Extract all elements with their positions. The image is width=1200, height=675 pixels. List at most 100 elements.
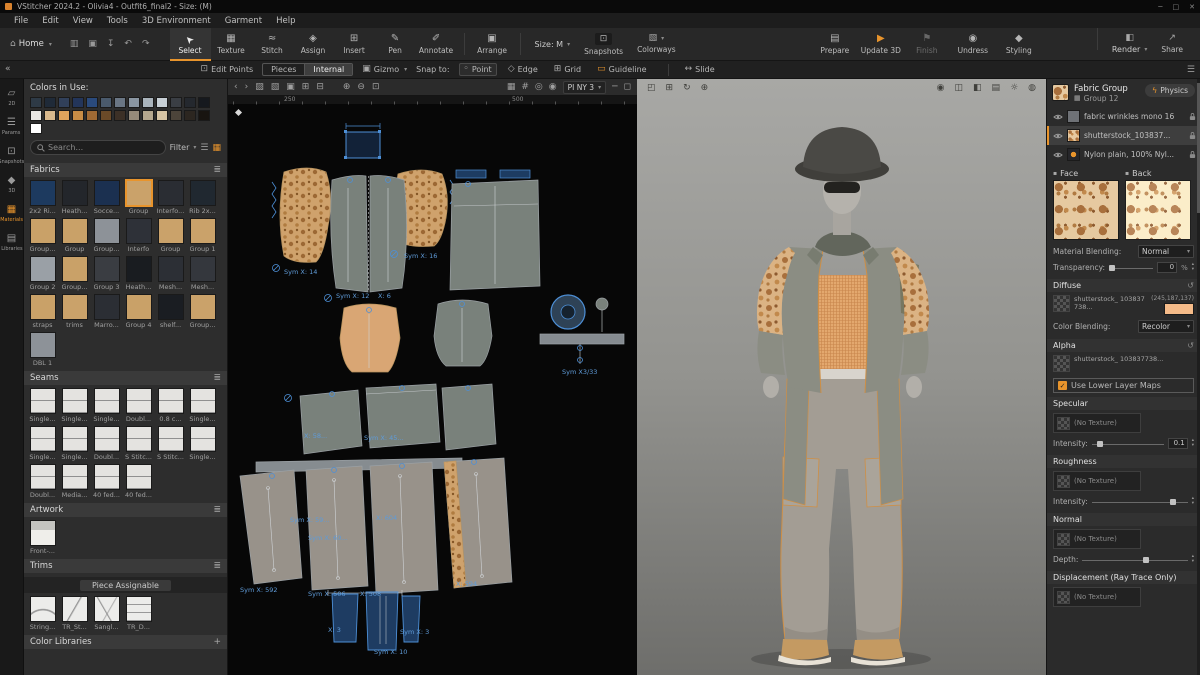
pipeline-action-button[interactable]: ▤ Prepare — [812, 28, 858, 61]
color-libraries-header[interactable]: Color Libraries+ — [24, 635, 227, 649]
texture-fill-icon[interactable]: ▧ — [271, 82, 280, 92]
color-swatch[interactable] — [170, 97, 182, 108]
normal-depth-slider[interactable] — [1082, 555, 1187, 565]
rail-item[interactable]: ☰ Params — [0, 118, 23, 136]
snapshots-button[interactable]: ⊡ Snapshots — [577, 28, 630, 61]
fabric-item[interactable]: straps — [28, 294, 57, 329]
prev-piece-icon[interactable]: ‹ — [234, 82, 238, 92]
camera-icon[interactable]: ◍ — [1028, 83, 1036, 93]
fabric-item[interactable]: Rib 2x... — [188, 180, 217, 215]
seam-item[interactable]: Media... — [60, 464, 89, 499]
color-swatch[interactable] — [184, 110, 196, 121]
color-swatch[interactable] — [142, 110, 154, 121]
seam-item[interactable]: Single... — [92, 388, 121, 423]
seam-item[interactable]: Single... — [188, 426, 217, 461]
rail-item[interactable]: ▦ Materials — [0, 205, 23, 223]
snap-option[interactable]: ▭ Guideline — [592, 63, 651, 76]
fabric-item[interactable]: Group 4 — [124, 294, 153, 329]
pipeline-action-button[interactable]: ▶ Update 3D — [858, 28, 904, 61]
seam-item[interactable]: Doubl... — [28, 464, 57, 499]
trims-section-header[interactable]: Trims≣ — [24, 559, 227, 573]
transparency-slider[interactable] — [1109, 263, 1153, 273]
toolbar-tool[interactable]: ✎ Pen — [375, 28, 416, 61]
slide-button[interactable]: ↔ Slide — [685, 65, 715, 74]
visibility-eye-icon[interactable] — [1053, 132, 1063, 140]
menu-item[interactable]: View — [66, 16, 100, 26]
seam-item[interactable]: Single... — [28, 426, 57, 461]
show-grid-icon[interactable]: ▦ — [507, 82, 516, 92]
toolbar-overflow-icon[interactable]: ☰ — [1187, 65, 1195, 75]
seam-item[interactable]: Single... — [188, 388, 217, 423]
add-icon[interactable]: + — [213, 638, 221, 647]
section-menu-icon[interactable]: ≣ — [213, 374, 221, 383]
undo-icon[interactable]: ↶ — [124, 39, 132, 49]
color-swatch[interactable] — [114, 110, 126, 121]
fabric-item[interactable]: Group 3 — [92, 256, 121, 291]
3d-viewport[interactable]: ◰⊞↻⊕ ◉◫◧▤☼◍ — [637, 79, 1046, 675]
pipeline-action-button[interactable]: ◆ Styling — [996, 28, 1042, 61]
color-swatch[interactable] — [86, 110, 98, 121]
specular-intensity-value[interactable]: 0.1 — [1168, 438, 1188, 449]
edit-points-button[interactable]: ⊡ Edit Points — [201, 65, 254, 74]
grid-display-icon[interactable]: ⊞ — [302, 82, 310, 92]
specular-intensity-slider[interactable] — [1092, 439, 1164, 449]
avatar-selector-dropdown[interactable]: PI NY 3▾ — [563, 81, 606, 94]
props-icon[interactable]: ▤ — [992, 83, 1001, 93]
snap-option[interactable]: ⊞ Grid — [549, 63, 586, 76]
toolbar-tool[interactable]: ✐ Annotate — [416, 28, 457, 61]
back-label[interactable]: Back — [1132, 169, 1151, 178]
seams-section-header[interactable]: Seams≣ — [24, 371, 227, 385]
fabric-item[interactable]: Group... — [188, 294, 217, 329]
roughness-intensity-slider[interactable] — [1092, 497, 1188, 507]
restore-view-icon[interactable]: ◻ — [624, 82, 631, 92]
hatch-fill-icon[interactable]: ▨ — [255, 82, 264, 92]
arrange-button[interactable]: ▣ Arrange — [472, 28, 513, 61]
colorways-dropdown[interactable]: ▧▾ Colorways — [630, 28, 683, 61]
visibility-eye-icon[interactable] — [1053, 113, 1063, 121]
toolbar-tool[interactable]: ⊞ Insert — [334, 28, 375, 61]
color-swatch[interactable] — [128, 110, 140, 121]
color-swatch[interactable] — [58, 110, 70, 121]
fabric-item[interactable]: Mesh... — [156, 256, 185, 291]
color-swatch[interactable] — [142, 97, 154, 108]
seam-item[interactable]: S Stitc... — [156, 426, 185, 461]
displacement-texture-slot[interactable]: (No Texture) — [1053, 587, 1141, 607]
seam-item[interactable]: 0.8 c... — [156, 388, 185, 423]
internal-tab[interactable]: Internal — [304, 64, 352, 75]
lock-icon[interactable] — [1189, 131, 1196, 140]
menu-item[interactable]: Tools — [100, 16, 135, 26]
trim-item[interactable]: String... — [28, 596, 57, 631]
piece-color-icon[interactable]: ▣ — [286, 82, 295, 92]
menu-item[interactable]: Help — [269, 16, 302, 26]
home-button[interactable]: ⌂ Home ▾ — [6, 39, 56, 49]
fabric-item[interactable]: Interfo — [124, 218, 153, 253]
fabric-item[interactable]: trims — [60, 294, 89, 329]
artwork-item[interactable]: Front-... — [28, 520, 57, 555]
fabric-item[interactable]: Heath... — [124, 256, 153, 291]
fabric-item[interactable]: 2x2 Ri... — [28, 180, 57, 215]
fabric-item[interactable]: Mesh... — [188, 256, 217, 291]
section-menu-icon[interactable]: ≣ — [213, 506, 221, 515]
seam-item[interactable]: S Stitc... — [124, 426, 153, 461]
material-blending-dropdown[interactable]: Normal▾ — [1138, 245, 1194, 258]
panel-layout-icon[interactable]: ▣ — [88, 39, 97, 49]
lock-icon[interactable] — [1189, 112, 1196, 121]
fabric-item[interactable]: Group... — [92, 218, 121, 253]
reset-icon[interactable]: ↺ — [1187, 281, 1194, 290]
fabric-group-thumbnail[interactable] — [1052, 84, 1069, 101]
collapse-panel-icon[interactable]: « — [5, 65, 11, 74]
render-button[interactable]: ◧ Render▾ — [1105, 28, 1155, 61]
color-blending-dropdown[interactable]: Recolor▾ — [1138, 320, 1194, 333]
seam-item[interactable]: Single... — [60, 388, 89, 423]
checkbox-checked-icon[interactable]: ✓ — [1058, 381, 1067, 390]
use-lower-layer-maps-row[interactable]: ✓ Use Lower Layer Maps — [1053, 378, 1194, 393]
scene-icon[interactable]: ◫ — [955, 83, 964, 93]
pattern-canvas[interactable]: 250 500 Sym X: 14Sym X: 16Sym X: 12X: 6S… — [228, 96, 637, 675]
seam-item[interactable]: 40 fed... — [92, 464, 121, 499]
color-swatch[interactable] — [156, 110, 168, 121]
rail-item[interactable]: ▱ 2D — [0, 89, 23, 107]
alpha-texture-thumbnail[interactable] — [1053, 355, 1070, 372]
fabric-item[interactable]: DBL 1 — [28, 332, 57, 367]
color-swatch[interactable] — [198, 97, 210, 108]
list-view-icon[interactable]: ☰ — [200, 143, 208, 153]
